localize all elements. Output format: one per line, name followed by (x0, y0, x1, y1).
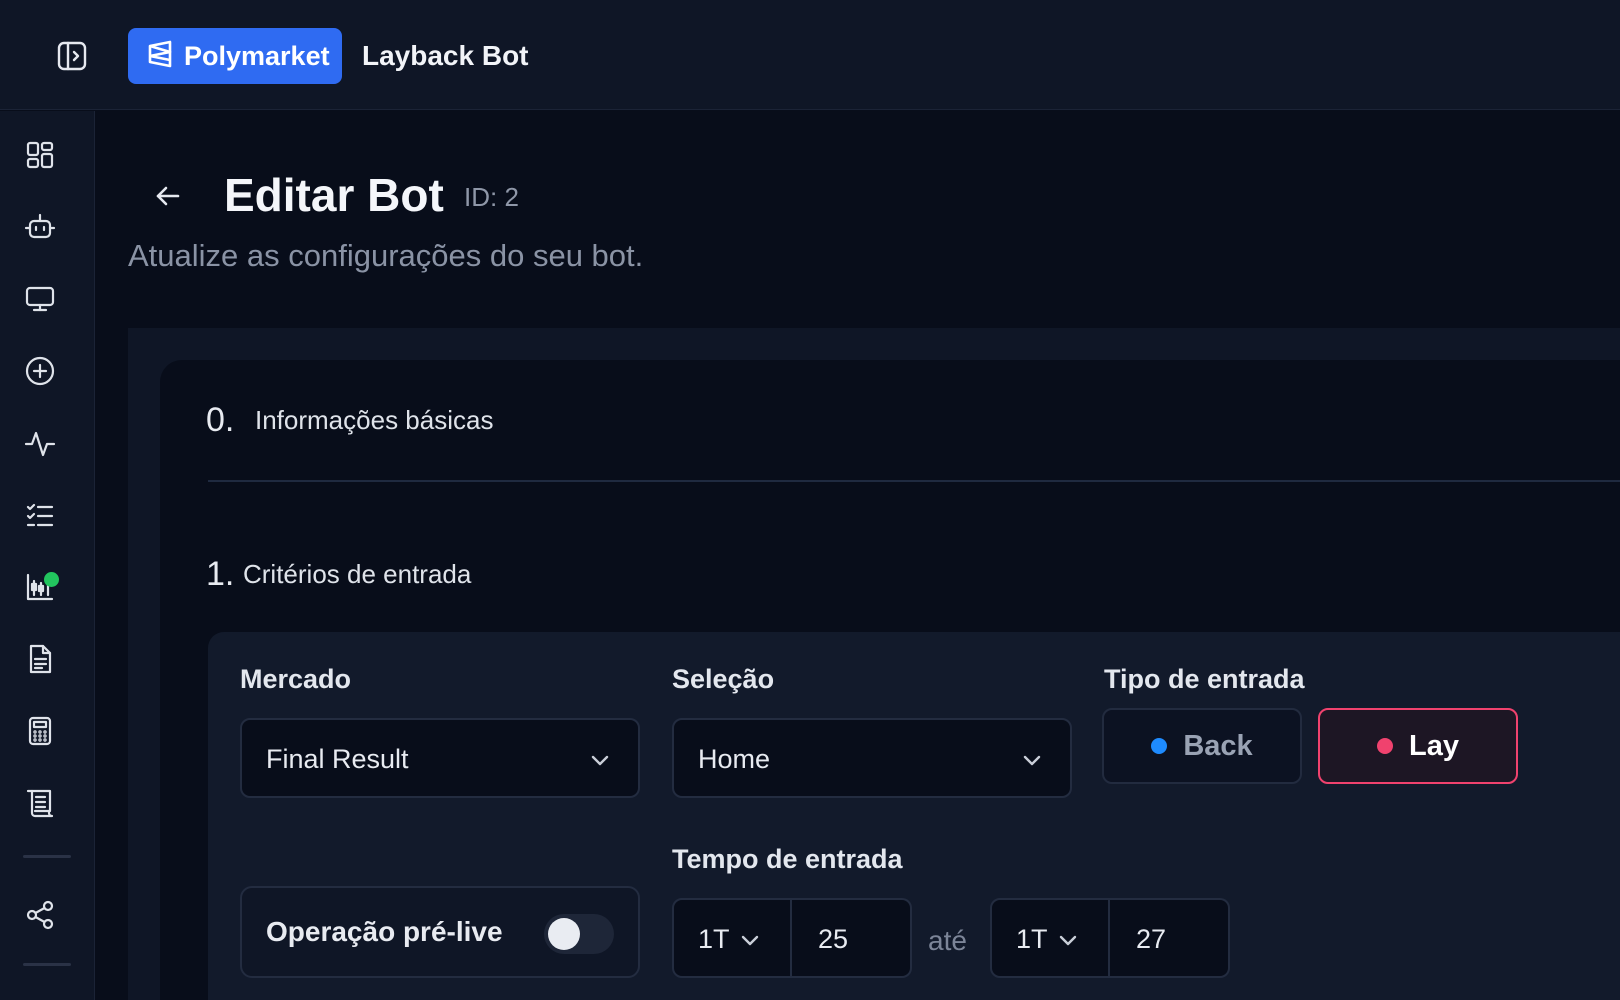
sidebar-divider (23, 963, 71, 966)
to-minute-value: 27 (1136, 924, 1167, 954)
add-circle-icon[interactable] (22, 353, 58, 389)
step-basic-info[interactable]: Informações básicas (255, 403, 493, 437)
from-minute-value: 25 (818, 924, 849, 954)
brand-button[interactable]: Polymarket (128, 28, 342, 84)
chevron-down-icon (1056, 928, 1080, 952)
page-title: Editar Bot (224, 169, 444, 221)
market-label: Mercado (240, 664, 352, 694)
chevron-down-icon (1020, 748, 1044, 772)
lay-option-button[interactable]: Lay (1318, 708, 1518, 784)
sidebar (0, 111, 95, 1000)
market-value: Final Result (266, 744, 409, 774)
selection-value: Home (698, 744, 771, 774)
range-separator: até (928, 925, 967, 956)
from-half-value: 1T (698, 924, 730, 954)
monitor-icon[interactable] (22, 281, 58, 317)
selection-label: Seleção (672, 664, 775, 694)
checklist-icon[interactable] (22, 497, 58, 533)
to-half-select[interactable]: 1T (990, 898, 1110, 978)
scroll-icon[interactable] (22, 785, 58, 821)
top-bar: Polymarket Layback Bot (0, 0, 1620, 110)
prelive-label: Operação pré-live (266, 916, 503, 947)
toggle-knob (548, 918, 580, 950)
to-half-value: 1T (1016, 924, 1048, 954)
sidebar-divider (23, 855, 71, 858)
share-icon[interactable] (22, 897, 58, 933)
live-status-dot (44, 572, 59, 587)
bot-icon[interactable] (22, 209, 58, 245)
document-icon[interactable] (22, 641, 58, 677)
selection-select[interactable]: Home (672, 718, 1072, 798)
sidebar-toggle-icon[interactable] (54, 38, 90, 74)
back-arrow-icon[interactable] (150, 178, 186, 214)
entry-time-label: Tempo de entrada (672, 844, 903, 874)
step-entry-criteria[interactable]: Critérios de entrada (243, 557, 471, 591)
prelive-toggle-box: Operação pré-live (240, 886, 640, 978)
step-number: 1. (206, 555, 235, 593)
calculator-icon[interactable] (22, 713, 58, 749)
page-subtitle: Atualize as configurações do seu bot. (128, 238, 644, 273)
activity-icon[interactable] (22, 425, 58, 461)
lay-dot (1377, 738, 1393, 754)
from-minute-input[interactable]: 25 (792, 898, 912, 978)
back-option-button[interactable]: Back (1102, 708, 1302, 784)
brand-name: Polymarket (184, 40, 330, 71)
chevron-down-icon (738, 928, 762, 952)
bot-id-label: ID: 2 (464, 182, 519, 212)
lay-option-label: Lay (1409, 729, 1459, 762)
back-dot (1151, 738, 1168, 754)
prelive-toggle[interactable] (544, 914, 614, 954)
app-title: Layback Bot (362, 40, 529, 71)
step-number: 0. (206, 401, 235, 439)
dashboard-icon[interactable] (22, 137, 58, 173)
market-select[interactable]: Final Result (240, 718, 640, 798)
from-half-select[interactable]: 1T (672, 898, 792, 978)
polymarket-logo-icon (146, 40, 174, 73)
step-divider (208, 480, 1620, 482)
to-minute-input[interactable]: 27 (1110, 898, 1230, 978)
back-option-label: Back (1183, 729, 1253, 762)
chevron-down-icon (588, 748, 612, 772)
entry-type-label: Tipo de entrada (1104, 664, 1305, 694)
